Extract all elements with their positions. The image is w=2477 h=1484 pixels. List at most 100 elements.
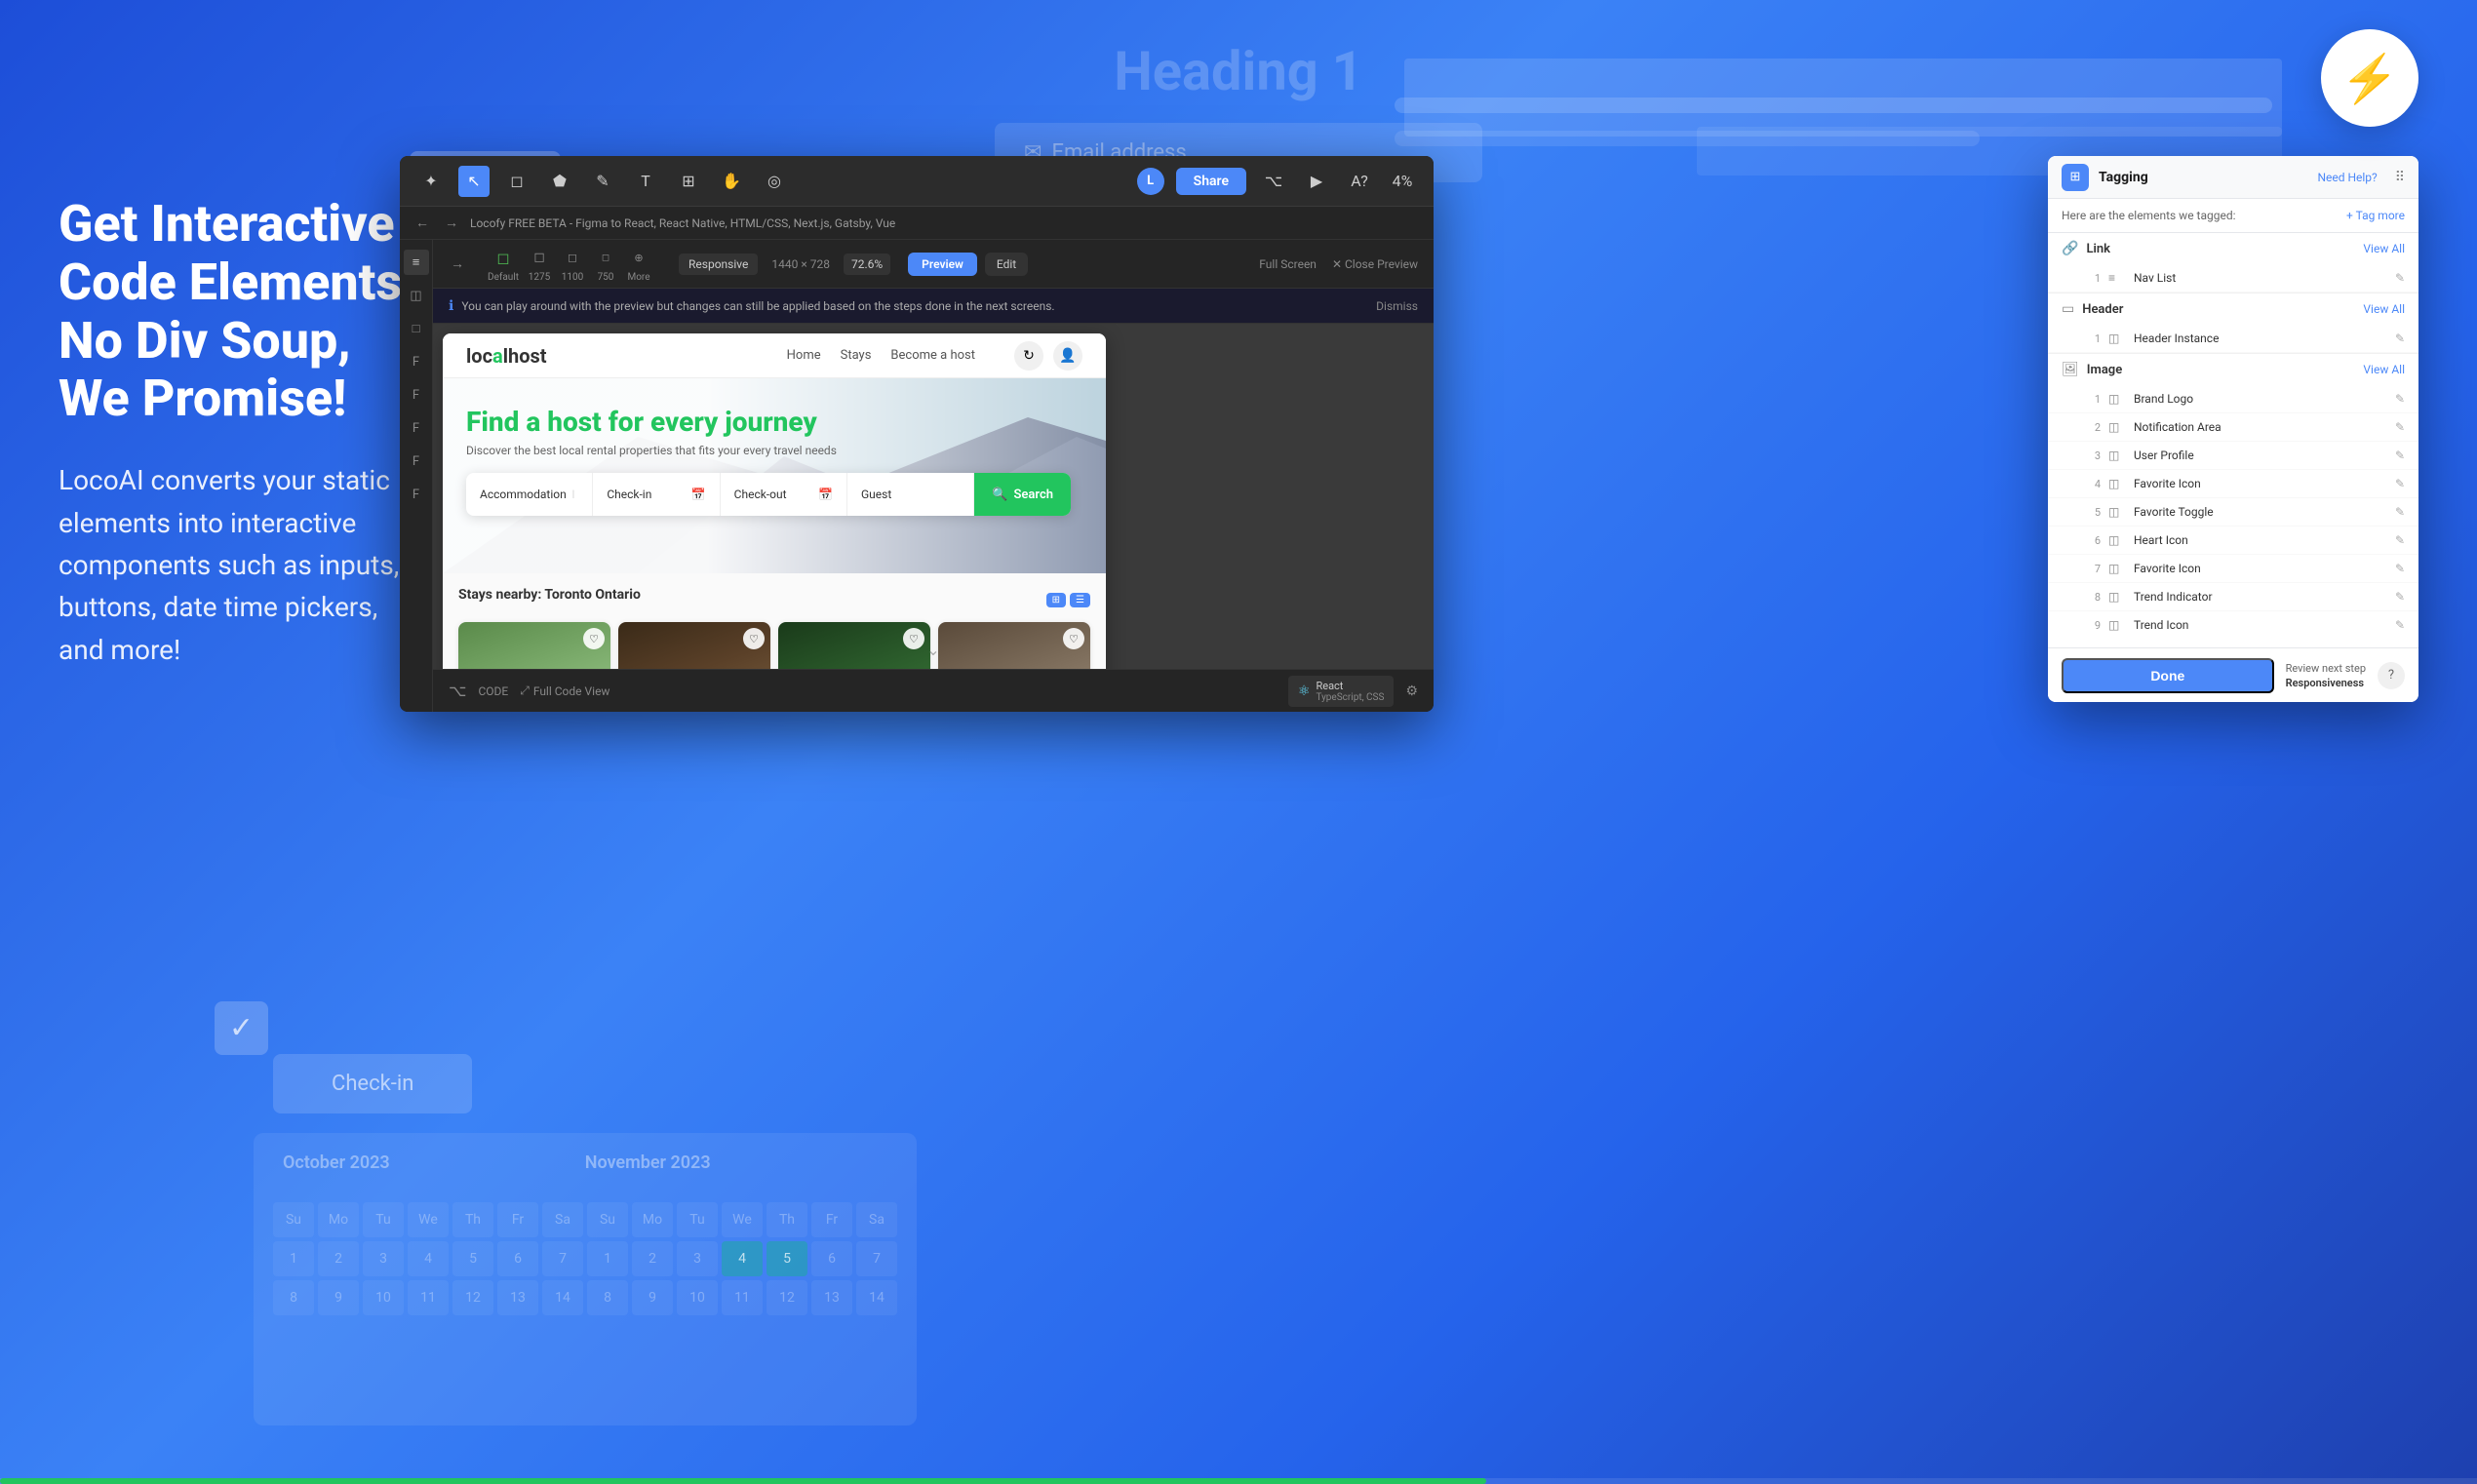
checkin-field[interactable]: Check-in 📅 bbox=[593, 473, 720, 516]
link-view-all[interactable]: View All bbox=[2363, 242, 2405, 255]
preview-button[interactable]: Preview bbox=[908, 253, 977, 276]
favorite-icon-edit-7[interactable]: ✎ bbox=[2395, 562, 2405, 575]
layers-panel-btn[interactable]: ≡ bbox=[404, 250, 429, 275]
search-button[interactable]: 🔍 Search bbox=[974, 473, 1071, 516]
play-icon[interactable]: ▶ bbox=[1301, 166, 1332, 197]
nav-home[interactable]: Home bbox=[787, 348, 821, 363]
figma-logo-icon[interactable]: ✦ bbox=[415, 166, 447, 197]
grid-view-badge[interactable]: ⊞ bbox=[1046, 593, 1066, 607]
property-card-3: ♡ Forestville Cottages Simcoe, Ontario, … bbox=[778, 622, 930, 669]
pen-tool[interactable]: ✎ bbox=[587, 166, 618, 197]
user-profile-icon[interactable]: 👤 bbox=[1053, 341, 1082, 371]
brand-logo-edit[interactable]: ✎ bbox=[2395, 392, 2405, 406]
figma-canvas: localhost Home Stays Become a host ↻ 👤 F… bbox=[433, 324, 1434, 669]
list-view-badge[interactable]: ☰ bbox=[1070, 593, 1090, 607]
page-item-4[interactable]: F bbox=[404, 449, 429, 474]
edit-button[interactable]: Edit bbox=[985, 253, 1028, 276]
nav-become-host[interactable]: Become a host bbox=[890, 348, 975, 363]
page-item-3[interactable]: F bbox=[404, 415, 429, 441]
done-button[interactable]: Done bbox=[2062, 658, 2274, 693]
fullscreen-button[interactable]: Full Screen bbox=[1259, 257, 1317, 271]
trend-icon-edit[interactable]: ✎ bbox=[2395, 618, 2405, 632]
settings-button[interactable]: ⚙ bbox=[1405, 683, 1418, 699]
comment-tool[interactable]: ◎ bbox=[759, 166, 790, 197]
favorite-toggle-edit[interactable]: ✎ bbox=[2395, 505, 2405, 519]
loco-plugin-icon[interactable]: L bbox=[1137, 168, 1164, 195]
frame-more[interactable]: ⊕ More bbox=[626, 245, 651, 283]
trend-indicator-edit[interactable]: ✎ bbox=[2395, 590, 2405, 604]
help-link[interactable]: Need Help? bbox=[2317, 171, 2377, 184]
share-button[interactable]: Share bbox=[1176, 168, 1246, 195]
notification-area-item: 2 ◫ Notification Area ✎ bbox=[2048, 413, 2418, 442]
checkout-field[interactable]: Check-out 📅 bbox=[721, 473, 847, 516]
page-item-2[interactable]: F bbox=[404, 382, 429, 408]
ghost-checkbox: ✓ bbox=[215, 1001, 268, 1055]
cal-cell: Su bbox=[273, 1202, 314, 1237]
zoom-level[interactable]: 4% bbox=[1387, 166, 1418, 197]
image-section-header: 🖼 Image View All bbox=[2048, 354, 2418, 385]
figma-code-bar: ⌥ CODE ⤢ Full Code View ⚛ React TypeScri… bbox=[433, 669, 1434, 712]
extra-options[interactable]: A? bbox=[1344, 166, 1375, 197]
calendar-icon-2: 📅 bbox=[818, 488, 833, 501]
favorite-button-1[interactable]: ♡ bbox=[583, 628, 605, 649]
dismiss-button[interactable]: Dismiss bbox=[1376, 299, 1418, 313]
shape-tool[interactable]: ⬟ bbox=[544, 166, 575, 197]
page-item-1[interactable]: F bbox=[404, 349, 429, 374]
user-profile-edit[interactable]: ✎ bbox=[2395, 449, 2405, 462]
text-tool[interactable]: T bbox=[630, 166, 661, 197]
cal-cell: Mo bbox=[632, 1202, 673, 1237]
cal-cell: Fr bbox=[811, 1202, 852, 1237]
preview-forward[interactable]: → bbox=[445, 252, 470, 277]
image-view-all[interactable]: View All bbox=[2363, 363, 2405, 376]
refresh-icon[interactable]: ↻ bbox=[1014, 341, 1043, 371]
select-tool[interactable]: ↖ bbox=[458, 166, 490, 197]
hand-tool[interactable]: ✋ bbox=[716, 166, 747, 197]
notification-area-edit[interactable]: ✎ bbox=[2395, 420, 2405, 434]
accommodation-label: Accommodation bbox=[480, 488, 567, 501]
frame-default[interactable]: ◻ Default bbox=[488, 245, 519, 283]
cal-cell: 6 bbox=[497, 1241, 538, 1276]
header-instance-edit-btn[interactable]: ✎ bbox=[2395, 332, 2405, 345]
heart-icon-edit[interactable]: ✎ bbox=[2395, 533, 2405, 547]
cal-cell: Sa bbox=[856, 1202, 897, 1237]
back-button[interactable]: ← bbox=[412, 213, 433, 234]
responsive-dropdown[interactable]: Responsive bbox=[679, 254, 758, 275]
frame-1275[interactable]: ◻ 1275 bbox=[527, 245, 552, 283]
assets-panel-btn[interactable]: ◫ bbox=[404, 283, 429, 308]
cal-cell: 2 bbox=[318, 1241, 359, 1276]
subheader-text: Here are the elements we tagged: bbox=[2062, 209, 2236, 222]
full-code-view-btn[interactable]: ⤢ Full Code View bbox=[520, 683, 609, 698]
user-profile-label: User Profile bbox=[2134, 449, 2387, 462]
image-section: 🖼 Image View All 1 ◫ Brand Logo ✎ 2 ◫ No… bbox=[2048, 354, 2418, 635]
header-view-all[interactable]: View All bbox=[2363, 302, 2405, 316]
cal-cell: Fr bbox=[497, 1202, 538, 1237]
frame-tool[interactable]: ◻ bbox=[501, 166, 532, 197]
page-item-5[interactable]: F bbox=[404, 482, 429, 507]
frame-750[interactable]: ◻ 750 bbox=[593, 245, 618, 283]
cursor-indicator: | bbox=[572, 489, 574, 500]
cal-cell: Th bbox=[767, 1202, 807, 1237]
favorite-button-2[interactable]: ♡ bbox=[743, 628, 765, 649]
drag-handle-icon: ⠿ bbox=[2395, 170, 2405, 185]
search-bar: Accommodation | Check-in 📅 Check-out 📅 G… bbox=[466, 473, 1071, 516]
pages-panel-btn[interactable]: □ bbox=[404, 316, 429, 341]
zoom-level[interactable]: 72.6% bbox=[844, 254, 890, 275]
help-button[interactable]: ? bbox=[2378, 662, 2405, 689]
favorite-icon-edit-4[interactable]: ✎ bbox=[2395, 477, 2405, 490]
nav-stays[interactable]: Stays bbox=[841, 348, 872, 363]
frame-1100[interactable]: ◻ 1100 bbox=[560, 245, 585, 283]
tag-more-button[interactable]: + Tag more bbox=[2346, 209, 2405, 222]
property-grid: ♡ Brightwoods Cabin Bellsmith, Ontario, … bbox=[458, 622, 1090, 669]
accommodation-field[interactable]: Accommodation | bbox=[466, 473, 593, 516]
hero-heading-end: for every journey bbox=[609, 406, 817, 438]
favorite-button-4[interactable]: ♡ bbox=[1063, 628, 1084, 649]
code-view-icon[interactable]: ⌥ bbox=[1258, 166, 1289, 197]
cal-cell: 14 bbox=[542, 1280, 583, 1315]
component-tool[interactable]: ⊞ bbox=[673, 166, 704, 197]
guest-field[interactable]: Guest bbox=[847, 473, 974, 516]
forward-button[interactable]: → bbox=[441, 213, 462, 234]
close-preview-button[interactable]: ✕ Close Preview bbox=[1332, 257, 1418, 271]
favorite-button-3[interactable]: ♡ bbox=[903, 628, 924, 649]
nav-list-edit-btn[interactable]: ✎ bbox=[2395, 271, 2405, 285]
cal-cell: Th bbox=[452, 1202, 493, 1237]
